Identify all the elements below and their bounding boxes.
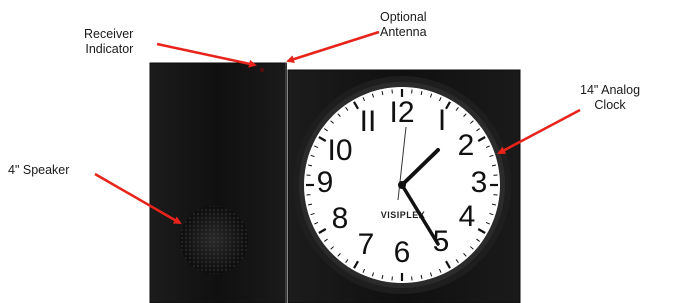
numeral-8: 8: [332, 202, 349, 235]
numeral-6: 6: [394, 236, 411, 269]
numeral-3: 3: [471, 166, 488, 199]
numeral-11: II: [360, 105, 377, 138]
numeral-1: I: [438, 104, 446, 137]
speaker-label: 4" Speaker: [8, 163, 70, 177]
receiver-indicator-label: Receiver Indicator: [84, 27, 134, 56]
numeral-12: I2: [389, 96, 414, 129]
arrow-antenna: [286, 30, 380, 63]
numeral-9: 9: [317, 166, 334, 199]
product-diagram: I2 I 2 3 4 5 6 7 8 9 I0 II VISIPLEX Rece…: [0, 0, 673, 303]
numeral-4: 4: [459, 200, 476, 233]
receiver-led: [260, 68, 264, 72]
speaker-grille: [180, 206, 248, 274]
optional-antenna-label: Optional Antenna: [380, 10, 427, 39]
analog-clock-label: 14" Analog Clock: [580, 83, 641, 112]
hand-hub: [398, 181, 406, 189]
numeral-2: 2: [458, 129, 475, 162]
numeral-10: I0: [327, 134, 352, 167]
numeral-7: 7: [358, 228, 375, 261]
arrow-receiver: [156, 42, 257, 68]
